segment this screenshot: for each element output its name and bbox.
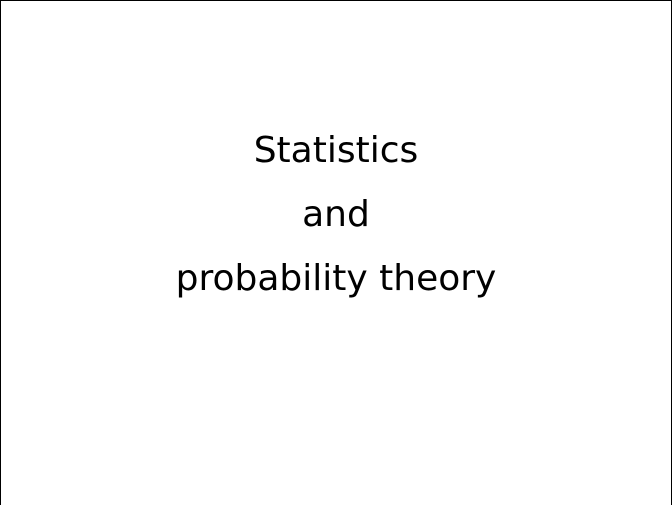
- title-line-1: Statistics: [253, 130, 419, 171]
- slide: Statistics and probability theory: [0, 0, 672, 505]
- slide-title: Statistics and probability theory: [1, 119, 671, 311]
- title-line-2: and: [302, 194, 370, 235]
- title-line-3: probability theory: [175, 258, 497, 299]
